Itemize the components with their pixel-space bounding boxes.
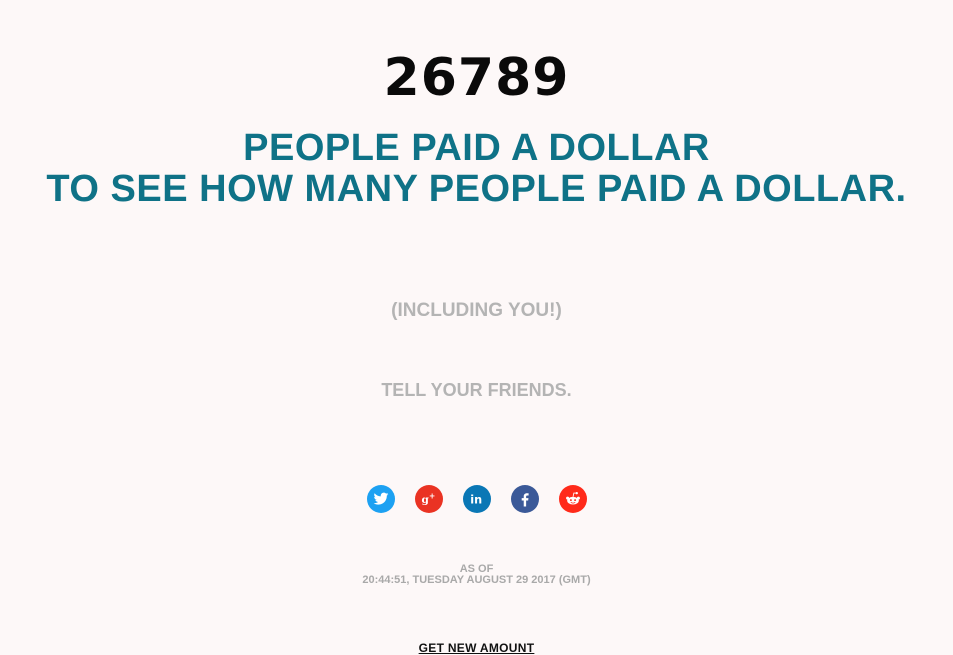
headline: PEOPLE PAID A DOLLAR TO SEE HOW MANY PEO… (0, 128, 953, 210)
share-facebook-button[interactable] (510, 485, 539, 513)
linkedin-icon: in (470, 494, 482, 507)
paid-count: 26789 (383, 48, 570, 108)
share-buttons: g + in (0, 485, 953, 513)
share-reddit-button[interactable] (558, 485, 587, 513)
get-new-amount-link[interactable]: GET NEW AMOUNT (419, 641, 535, 655)
get-new-amount-container: GET NEW AMOUNT (0, 639, 953, 655)
reddit-icon (565, 492, 580, 505)
share-google-plus-button[interactable]: g + (414, 485, 443, 513)
including-you-text: (INCLUDING YOU!) (391, 300, 562, 321)
headline-line-2: TO SEE HOW MANY PEOPLE PAID A DOLLAR. (46, 168, 907, 210)
facebook-icon (521, 493, 529, 507)
share-twitter-button[interactable] (366, 485, 395, 513)
google-plus-icon: g + (421, 491, 435, 506)
tell-your-friends-text: TELL YOUR FRIENDS. (381, 380, 572, 400)
share-linkedin-button[interactable]: in (462, 485, 491, 513)
twitter-icon (373, 492, 388, 505)
headline-line-1: PEOPLE PAID A DOLLAR (243, 127, 710, 169)
svg-text:in: in (470, 494, 482, 507)
svg-text:+: + (429, 491, 435, 500)
as-of-timestamp: AS OF 20:44:51, TUESDAY AUGUST 29 2017 (… (0, 564, 953, 586)
timestamp-text: 20:44:51, TUESDAY AUGUST 29 2017 (GMT) (362, 574, 591, 586)
